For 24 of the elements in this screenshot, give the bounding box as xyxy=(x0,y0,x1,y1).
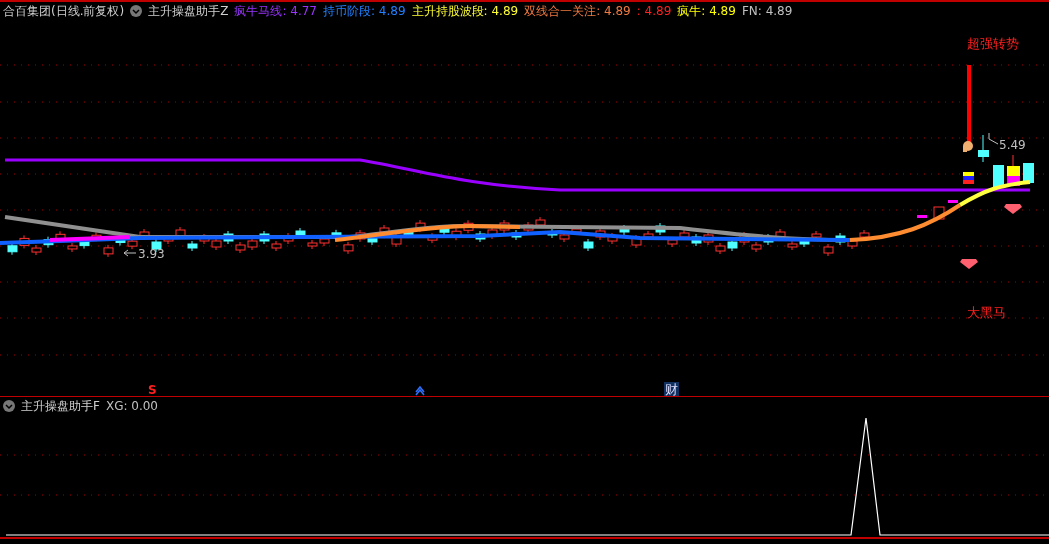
legend-item: 双线合一关注: 4.89 xyxy=(524,2,631,20)
collapse-icon[interactable] xyxy=(3,400,15,412)
legend-item: : 4.89 xyxy=(636,4,672,18)
legend-item: 疯牛: 4.89 xyxy=(677,2,736,20)
legend-item: XG: 0.00 xyxy=(105,399,158,413)
high-price-label: 5.49 xyxy=(999,138,1026,152)
indicator-name: 主升操盘助手F xyxy=(21,397,100,415)
arrow-icon xyxy=(123,249,137,257)
diamond-icon xyxy=(960,259,978,269)
arrow-icon xyxy=(988,132,999,145)
legend-item: 疯牛马线: 4.77 xyxy=(234,2,317,20)
diamond-icon xyxy=(1004,204,1022,214)
legend-item: 主升持股波段: 4.89 xyxy=(411,2,519,20)
bottom-signal-label: 大黑马 xyxy=(966,305,1006,320)
sell-signal-label: S xyxy=(148,383,157,396)
legend-item: 持币阶段: 4.89 xyxy=(323,2,406,20)
top-signal-label: 超强转势 xyxy=(967,36,1019,51)
legend-item: FN: 4.89 xyxy=(741,4,793,18)
finance-tag: 财 xyxy=(664,382,679,396)
up-chevron-icon xyxy=(415,385,425,396)
stock-title: 合百集团(日线.前复权) xyxy=(3,2,125,20)
collapse-icon[interactable] xyxy=(130,5,143,17)
indicator-name: 主升操盘助手Z xyxy=(148,2,229,20)
low-price-label: 3.93 xyxy=(138,247,165,261)
